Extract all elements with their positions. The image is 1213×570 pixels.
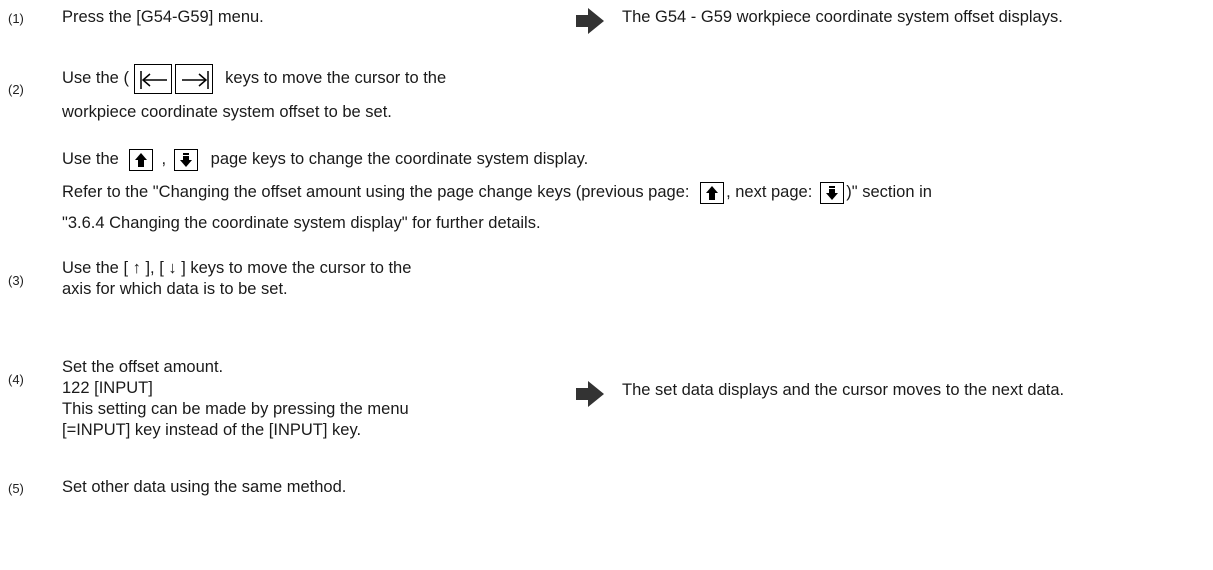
refer-line: Refer to the "Changing the offset amount… <box>62 179 932 205</box>
step-text-b: keys to move the cursor to the <box>225 69 447 87</box>
step-number: (1) <box>8 11 24 26</box>
right-arrow-icon <box>576 381 604 407</box>
step-text-line2: workpiece coordinate system offset to be… <box>62 103 392 121</box>
refer-suffix: )" section in <box>846 183 932 201</box>
step-text-a: Use the ( <box>62 69 129 87</box>
page-keys-prefix: Use the <box>62 150 119 168</box>
tab-left-key-icon <box>133 64 172 95</box>
page-down-key-icon <box>174 148 199 171</box>
step-number: (4) <box>8 372 24 387</box>
step-text-line: This setting can be made by pressing the… <box>62 400 409 418</box>
step-result: The set data displays and the cursor mov… <box>622 381 1065 399</box>
step-text: Set other data using the same method. <box>62 478 347 496</box>
tab-right-key-icon <box>174 64 213 95</box>
refer-line2: "3.6.4 Changing the coordinate system di… <box>62 214 541 232</box>
refer-middle: , next page: <box>726 183 813 201</box>
step-text-line: 122 [INPUT] <box>62 379 153 397</box>
page-keys-comma: , <box>161 150 167 168</box>
page-down-key-icon <box>820 181 845 204</box>
right-arrow-icon <box>576 8 604 34</box>
step-text-line: axis for which data is to be set. <box>62 280 288 298</box>
step-number: (2) <box>8 82 24 97</box>
page-up-key-icon <box>700 181 725 204</box>
step-number: (5) <box>8 481 24 496</box>
page-up-key-icon <box>129 148 154 171</box>
page-keys-line: Use the , page keys to change the coordi… <box>62 146 588 172</box>
step-text-line: Set the offset amount. <box>62 358 224 376</box>
step-text-line: Use the ( keys to move the cursor to the <box>62 61 446 95</box>
step-number: (3) <box>8 273 24 288</box>
tab-keys <box>133 62 213 96</box>
step-text: Press the [G54-G59] menu. <box>62 8 264 26</box>
step-text-line: Use the [ ↑ ], [ ↓ ] keys to move the cu… <box>62 259 412 277</box>
step-result: The G54 - G59 workpiece coordinate syste… <box>622 8 1063 26</box>
refer-prefix: Refer to the "Changing the offset amount… <box>62 183 690 201</box>
page-keys-suffix: page keys to change the coordinate syste… <box>210 150 589 168</box>
step-text-line: [=INPUT] key instead of the [INPUT] key. <box>62 421 362 439</box>
